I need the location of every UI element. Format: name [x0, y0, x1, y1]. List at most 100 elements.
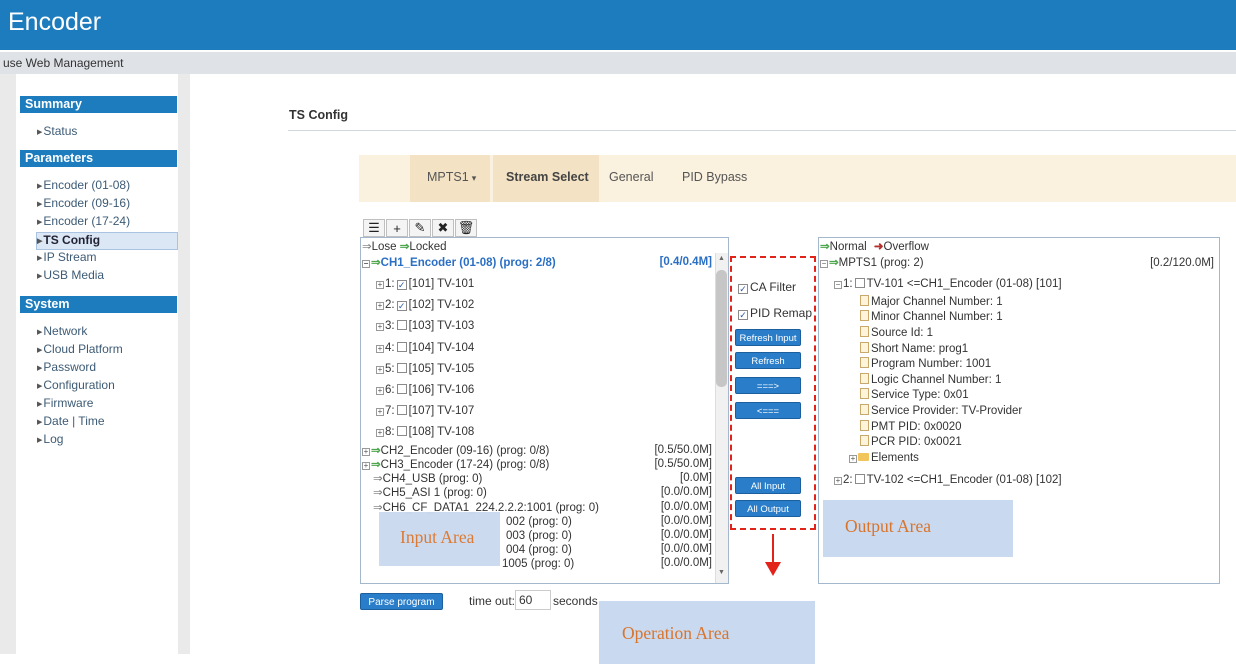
expand-icon[interactable]: +	[849, 455, 857, 463]
sidebar-item-ts-config[interactable]: ▶TS Config	[36, 232, 178, 250]
delete-icon[interactable]: ✖	[432, 219, 454, 237]
sidebar-item-label: Date | Time	[43, 414, 105, 428]
collapse-icon[interactable]: −	[834, 281, 842, 289]
sidebar-item-cloud-platform[interactable]: ▶Cloud Platform	[37, 342, 123, 358]
expand-icon[interactable]: +	[376, 366, 384, 374]
program-checkbox[interactable]	[854, 474, 865, 484]
input-channel-row[interactable]: ⇒CH5_ASI 1 (prog: 0)	[373, 486, 487, 500]
input-program-row[interactable]: +5: [105] TV-105	[376, 362, 474, 376]
expand-icon[interactable]: +	[376, 281, 384, 289]
app-subtitle: use Web Management	[3, 56, 124, 70]
all-output-button[interactable]: All Output	[735, 500, 801, 517]
sidebar-item-configuration[interactable]: ▶Configuration	[37, 378, 115, 394]
program-checkbox[interactable]	[396, 342, 407, 352]
expand-icon[interactable]: +	[376, 429, 384, 437]
input-channel-row[interactable]: 1005 (prog: 0)	[502, 557, 574, 571]
pid-remap-checkbox[interactable]: ✓	[738, 310, 748, 320]
refresh-output-button[interactable]: Refresh Output	[735, 352, 801, 384]
sidebar-item-date-time[interactable]: ▶Date | Time	[37, 414, 105, 430]
tab-mpts-dropdown[interactable]: MPTS1 ▾	[410, 155, 490, 202]
ca-filter-option[interactable]: ✓ CA Filter	[736, 280, 796, 294]
tab-pid-bypass[interactable]: PID Bypass	[682, 155, 747, 202]
edit-icon[interactable]: ✎	[409, 219, 431, 237]
expand-icon[interactable]: +	[362, 462, 370, 470]
sidebar-item-firmware[interactable]: ▶Firmware	[37, 396, 93, 412]
output-program-row[interactable]: +2: TV-102 <=CH1_Encoder (01-08) [102]	[834, 473, 1062, 487]
detail-row[interactable]: Minor Channel Number: 1	[860, 310, 1003, 324]
input-channel-ch1[interactable]: − ⇒CH1_Encoder (01-08) (prog: 2/8)	[362, 256, 556, 270]
detail-row[interactable]: Source Id: 1	[860, 326, 933, 340]
expand-icon[interactable]: +	[376, 387, 384, 395]
output-root-row[interactable]: − ⇒MPTS1 (prog: 2)	[820, 256, 924, 270]
detail-row[interactable]: Major Channel Number: 1	[860, 295, 1003, 309]
detail-row[interactable]: Service Type: 0x01	[860, 388, 969, 402]
detail-row[interactable]: PCR PID: 0x0021	[860, 435, 962, 449]
detail-row[interactable]: Service Provider: TV-Provider	[860, 404, 1022, 418]
program-checkbox[interactable]	[396, 384, 407, 394]
remove-from-output-button[interactable]: <===	[735, 402, 801, 419]
sidebar-item-label: IP Stream	[43, 250, 97, 264]
input-channel-row[interactable]: + ⇒CH3_Encoder (17-24) (prog: 0/8)	[362, 458, 549, 472]
expand-icon[interactable]: +	[376, 408, 384, 416]
input-program-row[interactable]: +8: [108] TV-108	[376, 425, 474, 439]
detail-row[interactable]: PMT PID: 0x0020	[860, 420, 962, 434]
pid-remap-option[interactable]: ✓ PID Remap	[736, 306, 812, 320]
program-checkbox[interactable]: ✓	[396, 301, 407, 311]
detail-row[interactable]: Short Name: prog1	[860, 342, 968, 356]
sidebar-item-usb-media[interactable]: ▶USB Media	[37, 268, 104, 284]
input-channel-row[interactable]: ⇒CH4_USB (prog: 0)	[373, 472, 482, 486]
document-icon	[860, 295, 869, 306]
triangle-icon: ▶	[37, 437, 43, 444]
input-channel-row[interactable]: 003 (prog: 0)	[506, 529, 572, 543]
program-checkbox[interactable]	[396, 405, 407, 415]
input-channel-row[interactable]: 004 (prog: 0)	[506, 543, 572, 557]
output-program-row[interactable]: −1: TV-101 <=CH1_Encoder (01-08) [101]	[834, 277, 1062, 291]
expand-icon[interactable]: +	[376, 345, 384, 353]
input-program-row[interactable]: +7: [107] TV-107	[376, 404, 474, 418]
scroll-up-icon[interactable]: ▲	[716, 255, 727, 266]
input-program-row[interactable]: +3: [103] TV-103	[376, 319, 474, 333]
detail-row[interactable]: Program Number: 1001	[860, 357, 991, 371]
sidebar-item-status[interactable]: ▶Status	[37, 124, 77, 140]
expand-icon[interactable]: +	[376, 323, 384, 331]
sidebar-item-encoder-01-08[interactable]: ▶Encoder (01-08)	[37, 178, 130, 194]
list-icon[interactable]: ☰	[363, 219, 385, 237]
sidebar-item-log[interactable]: ▶Log	[37, 432, 63, 448]
all-input-button[interactable]: All Input	[735, 477, 801, 494]
collapse-icon[interactable]: −	[820, 260, 828, 268]
scrollbar-thumb[interactable]	[716, 270, 727, 387]
program-index: 8:	[385, 426, 395, 438]
program-checkbox[interactable]: ✓	[396, 280, 407, 290]
sidebar-item-network[interactable]: ▶Network	[37, 324, 87, 340]
program-checkbox[interactable]	[396, 363, 407, 373]
expand-icon[interactable]: +	[376, 302, 384, 310]
add-to-output-button[interactable]: ===>	[735, 377, 801, 394]
collapse-icon[interactable]: −	[362, 260, 370, 268]
input-channel-row[interactable]: 002 (prog: 0)	[506, 515, 572, 529]
detail-row[interactable]: Logic Channel Number: 1	[860, 373, 1001, 387]
sidebar-item-encoder-09-16[interactable]: ▶Encoder (09-16)	[37, 196, 130, 212]
scroll-down-icon[interactable]: ▼	[716, 569, 727, 580]
input-channel-row[interactable]: + ⇒CH2_Encoder (09-16) (prog: 0/8)	[362, 444, 549, 458]
program-checkbox[interactable]	[396, 426, 407, 436]
timeout-input[interactable]	[515, 590, 551, 610]
elements-row[interactable]: + Elements	[849, 451, 919, 465]
tab-general[interactable]: General	[609, 155, 653, 202]
trash-icon[interactable]: 🗑	[455, 219, 477, 237]
input-program-row[interactable]: +2: ✓ [102] TV-102	[376, 298, 474, 312]
tab-stream-select[interactable]: Stream Select	[493, 155, 599, 202]
input-program-row[interactable]: +1: ✓ [101] TV-101	[376, 277, 474, 291]
sidebar-item-ip-stream[interactable]: ▶IP Stream	[37, 250, 97, 266]
program-checkbox[interactable]	[396, 320, 407, 330]
expand-icon[interactable]: +	[834, 477, 842, 485]
input-program-row[interactable]: +4: [104] TV-104	[376, 341, 474, 355]
program-checkbox[interactable]	[854, 278, 865, 288]
sidebar-item-encoder-17-24[interactable]: ▶Encoder (17-24)	[37, 214, 130, 230]
input-program-row[interactable]: +6: [106] TV-106	[376, 383, 474, 397]
ca-filter-checkbox[interactable]: ✓	[738, 284, 748, 294]
expand-icon[interactable]: +	[362, 448, 370, 456]
sidebar-item-password[interactable]: ▶Password	[37, 360, 96, 376]
parse-program-button[interactable]: Parse program	[360, 593, 443, 610]
refresh-input-button[interactable]: Refresh Input	[735, 329, 801, 346]
add-icon[interactable]: +	[386, 219, 408, 237]
